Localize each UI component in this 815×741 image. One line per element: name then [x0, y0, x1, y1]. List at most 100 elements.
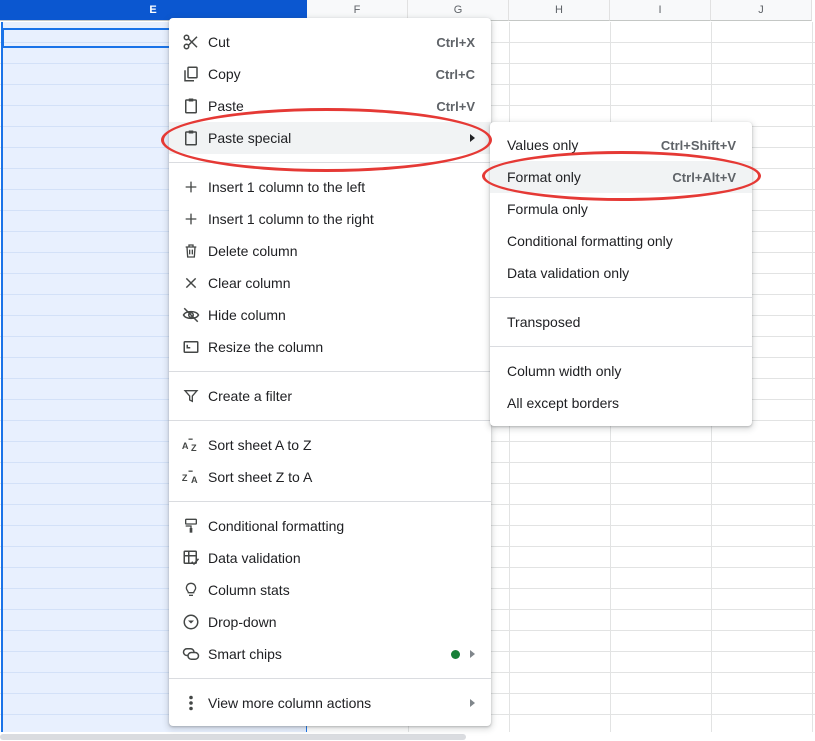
shortcut-text: Ctrl+C [435, 66, 475, 82]
menu-item-label: Insert 1 column to the right [208, 211, 374, 227]
paste-special-submenu: Values only Ctrl+Shift+V Format only Ctr… [490, 122, 752, 426]
menu-item-label: Values only [507, 137, 579, 153]
submenu-item-transposed[interactable]: Transposed [490, 306, 752, 338]
submenu-item-format-only[interactable]: Format only Ctrl+Alt+V [490, 161, 752, 193]
shortcut-text: Ctrl+Shift+V [660, 137, 736, 153]
menu-item-label: Conditional formatting only [507, 233, 673, 249]
menu-item-label: Conditional formatting [208, 518, 345, 534]
sort-az-icon: AZ [181, 435, 201, 455]
submenu-item-conditional-formatting-only[interactable]: Conditional formatting only [490, 225, 752, 257]
menu-item-label: Column stats [208, 582, 290, 598]
menu-item-clear-column[interactable]: Clear column [169, 267, 491, 299]
menu-item-label: Clear column [208, 275, 291, 291]
menu-item-conditional-formatting[interactable]: Conditional formatting [169, 510, 491, 542]
lightbulb-icon [181, 580, 201, 600]
clipboard-icon [181, 96, 201, 116]
status-dot [451, 649, 460, 659]
svg-text:Z: Z [182, 473, 188, 483]
horizontal-scrollbar[interactable] [0, 734, 466, 740]
menu-item-label: Drop-down [208, 614, 277, 630]
submenu-item-formula-only[interactable]: Formula only [490, 193, 752, 225]
menu-item-label: Cut [208, 34, 230, 50]
copy-icon [181, 64, 201, 84]
paint-roller-icon [181, 516, 201, 536]
menu-item-label: Delete column [208, 243, 298, 259]
menu-item-hide-column[interactable]: Hide column [169, 299, 491, 331]
menu-item-delete-column[interactable]: Delete column [169, 235, 491, 267]
menu-item-label: Formula only [507, 201, 588, 217]
menu-item-create-filter[interactable]: Create a filter [169, 380, 491, 412]
scissors-icon [181, 32, 201, 52]
resize-icon [181, 337, 201, 357]
menu-divider [169, 678, 491, 679]
smart-chips-icon [181, 644, 201, 664]
menu-item-drop-down[interactable]: Drop-down [169, 606, 491, 638]
menu-item-label: Insert 1 column to the left [208, 179, 366, 195]
menu-divider [169, 371, 491, 372]
column-header-i[interactable]: I [610, 0, 711, 21]
submenu-arrow-icon [470, 134, 475, 142]
submenu-item-data-validation-only[interactable]: Data validation only [490, 257, 752, 289]
submenu-arrow-icon [470, 650, 475, 658]
menu-item-label: Data validation only [507, 265, 630, 281]
x-icon [181, 273, 201, 293]
more-vert-icon [181, 693, 201, 713]
menu-item-label: Paste special [208, 130, 292, 146]
shortcut-text: Ctrl+X [436, 34, 475, 50]
column-header-j[interactable]: J [711, 0, 812, 21]
submenu-item-all-except-borders[interactable]: All except borders [490, 387, 752, 419]
menu-item-smart-chips[interactable]: Smart chips [169, 638, 491, 670]
svg-text:A: A [191, 475, 198, 485]
menu-divider [169, 420, 491, 421]
menu-item-label: Column width only [507, 363, 622, 379]
menu-item-label: Sort sheet A to Z [208, 437, 312, 453]
shortcut-text: Ctrl+Alt+V [672, 169, 736, 185]
menu-divider [169, 162, 491, 163]
menu-item-label: View more column actions [208, 695, 372, 711]
svg-text:A: A [182, 441, 189, 451]
sort-za-icon: ZA [181, 467, 201, 487]
clipboard-icon [181, 128, 201, 148]
menu-divider [169, 501, 491, 502]
submenu-arrow-icon [470, 699, 475, 707]
plus-icon [181, 209, 201, 229]
menu-item-label: Create a filter [208, 388, 293, 404]
plus-icon [181, 177, 201, 197]
menu-item-paste-special[interactable]: Paste special [169, 122, 491, 154]
eye-off-icon [181, 305, 201, 325]
submenu-item-values-only[interactable]: Values only Ctrl+Shift+V [490, 129, 752, 161]
shortcut-text: Ctrl+V [436, 98, 475, 114]
menu-item-sort-a-z[interactable]: AZ Sort sheet A to Z [169, 429, 491, 461]
menu-item-sort-z-a[interactable]: ZA Sort sheet Z to A [169, 461, 491, 493]
menu-item-label: Sort sheet Z to A [208, 469, 313, 485]
menu-item-label: Paste [208, 98, 244, 114]
menu-item-label: Hide column [208, 307, 286, 323]
column-context-menu: Cut Ctrl+X Copy Ctrl+C Paste Ctrl+V Past… [169, 18, 491, 726]
submenu-item-column-width-only[interactable]: Column width only [490, 355, 752, 387]
dropdown-icon [181, 612, 201, 632]
data-validation-icon [181, 548, 201, 568]
menu-item-label: Data validation [208, 550, 301, 566]
menu-item-resize-column[interactable]: Resize the column [169, 331, 491, 363]
menu-item-data-validation[interactable]: Data validation [169, 542, 491, 574]
menu-item-label: Copy [208, 66, 241, 82]
menu-item-label: Smart chips [208, 646, 282, 662]
svg-text:Z: Z [191, 443, 197, 453]
menu-item-insert-right[interactable]: Insert 1 column to the right [169, 203, 491, 235]
menu-item-cut[interactable]: Cut Ctrl+X [169, 26, 491, 58]
menu-item-insert-left[interactable]: Insert 1 column to the left [169, 171, 491, 203]
column-divider [812, 22, 813, 732]
menu-item-copy[interactable]: Copy Ctrl+C [169, 58, 491, 90]
menu-divider [490, 297, 752, 298]
trash-icon [181, 241, 201, 261]
selection-border-left [1, 22, 3, 732]
column-header-h[interactable]: H [509, 0, 610, 21]
menu-item-paste[interactable]: Paste Ctrl+V [169, 90, 491, 122]
menu-item-column-stats[interactable]: Column stats [169, 574, 491, 606]
menu-item-view-more-column-actions[interactable]: View more column actions [169, 687, 491, 719]
menu-item-label: Transposed [507, 314, 581, 330]
menu-item-label: Resize the column [208, 339, 324, 355]
menu-item-label: All except borders [507, 395, 620, 411]
filter-icon [181, 386, 201, 406]
menu-item-label: Format only [507, 169, 581, 185]
